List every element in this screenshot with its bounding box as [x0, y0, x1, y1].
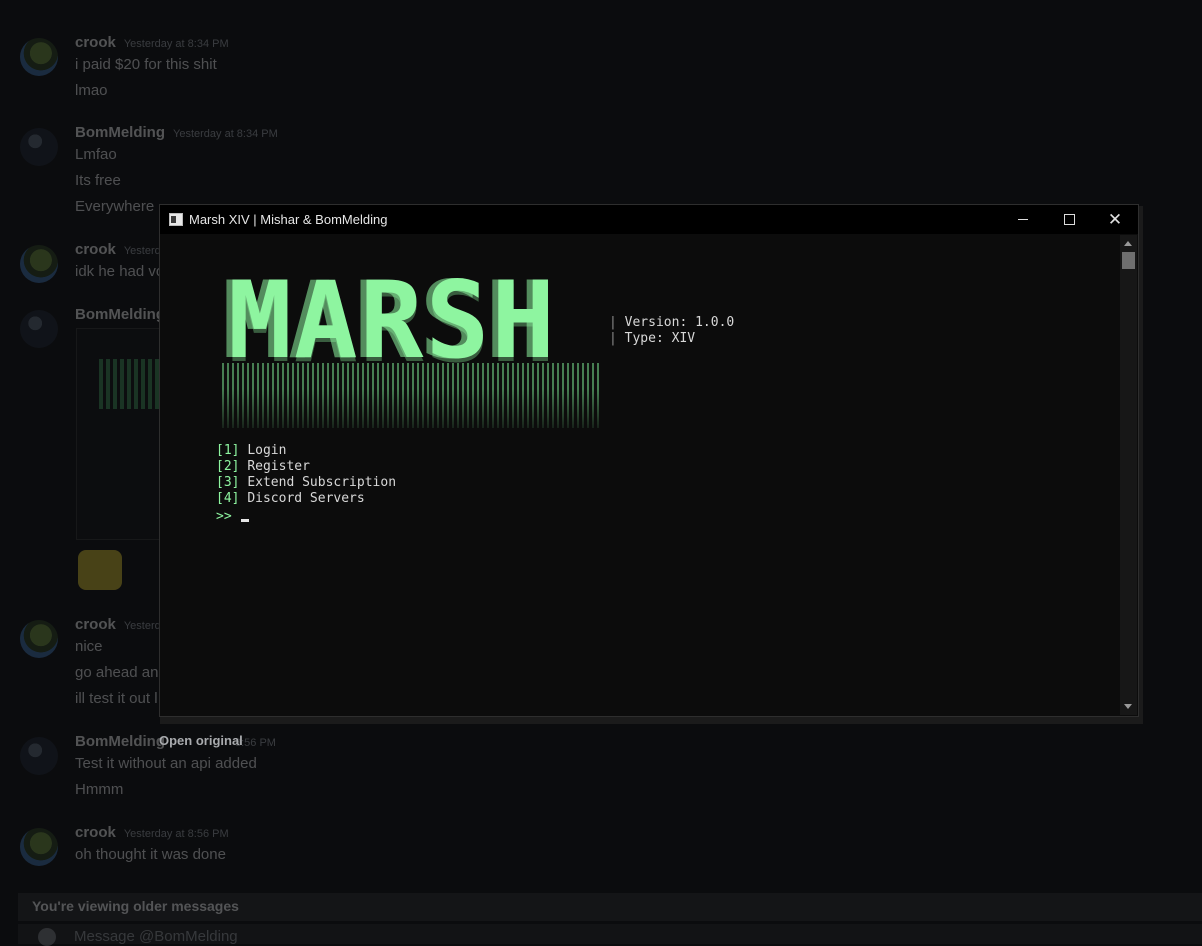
scroll-up-icon[interactable] [1124, 241, 1132, 246]
marsh-ascii-logo: MARSH [222, 259, 602, 428]
logo-text: MARSH [228, 259, 558, 382]
scrollbar-thumb[interactable] [1122, 252, 1135, 269]
version-info: | Version: 1.0.0 [609, 315, 735, 330]
close-button[interactable]: ✕ [1092, 205, 1138, 234]
minimize-button[interactable] [1000, 205, 1046, 234]
emoji-sticker [78, 550, 122, 590]
message-timestamp: Yesterday at 8:34 PM [123, 38, 229, 50]
message-author[interactable]: BomMelding Yesterday at 8:34 PM [75, 124, 278, 141]
message-composer[interactable]: Message @BomMelding [18, 924, 1202, 946]
avatar[interactable] [20, 245, 58, 283]
add-attachment-icon[interactable] [38, 928, 56, 946]
message-text: nice [75, 638, 103, 655]
message-author[interactable]: crook Yesterday at 8:34 PM [75, 34, 229, 51]
console-window[interactable]: Marsh XIV | Mishar & BomMelding ✕ MARSH … [159, 204, 1139, 717]
message-text: idk he had vo [75, 263, 165, 280]
image-attachment[interactable] [76, 328, 168, 540]
window-title: Marsh XIV | Mishar & BomMelding [189, 212, 388, 227]
older-messages-banner[interactable]: You're viewing older messages [18, 893, 1202, 921]
message-author[interactable]: crook Yesterday [75, 616, 172, 633]
menu-option-extend: [3] Extend Subscription [216, 475, 397, 490]
menu-option-discord: [4] Discord Servers [216, 491, 365, 506]
avatar[interactable] [20, 38, 58, 76]
avatar[interactable] [20, 828, 58, 866]
console-app-icon[interactable] [169, 213, 183, 226]
message-text: go ahead and [75, 664, 167, 681]
command-prompt[interactable]: >> [216, 509, 232, 524]
message-text: Lmfao [75, 146, 117, 163]
message-text: i paid $20 for this shit [75, 56, 217, 73]
message-text: oh thought it was done [75, 846, 226, 863]
avatar[interactable] [20, 620, 58, 658]
message-text: lmao [75, 82, 108, 99]
open-original-link[interactable]: Open original [159, 733, 243, 748]
minimize-icon [1018, 219, 1028, 220]
message-timestamp: Yesterday at 8:56 PM [123, 828, 229, 840]
avatar[interactable] [20, 737, 58, 775]
avatar[interactable] [20, 310, 58, 348]
avatar[interactable] [20, 128, 58, 166]
vertical-scrollbar[interactable] [1120, 235, 1137, 715]
window-shadow [160, 716, 1143, 724]
menu-option-login: [1] Login [216, 443, 287, 458]
message-text: Hmmm [75, 781, 124, 798]
message-timestamp: Yesterday at 8:34 PM [173, 128, 278, 140]
message-author[interactable]: crook Yesterday [75, 241, 172, 258]
message-text: Everywhere [75, 198, 155, 215]
message-text: Its free [75, 172, 121, 189]
older-messages-text: You're viewing older messages [32, 898, 239, 914]
message-author[interactable]: BomMelding [75, 306, 165, 323]
window-titlebar[interactable]: Marsh XIV | Mishar & BomMelding ✕ [160, 205, 1138, 234]
message-author[interactable]: crook Yesterday at 8:56 PM [75, 824, 229, 841]
text-cursor [241, 519, 249, 522]
message-text: Test it without an api added [75, 755, 257, 772]
menu-option-register: [2] Register [216, 459, 310, 474]
maximize-button[interactable] [1046, 205, 1092, 234]
scroll-down-icon[interactable] [1124, 704, 1132, 709]
maximize-icon [1064, 214, 1075, 225]
composer-placeholder: Message @BomMelding [74, 928, 238, 945]
type-info: | Type: XIV [609, 331, 696, 346]
message-text: ill test it out l [75, 690, 158, 707]
close-icon: ✕ [1107, 210, 1123, 229]
